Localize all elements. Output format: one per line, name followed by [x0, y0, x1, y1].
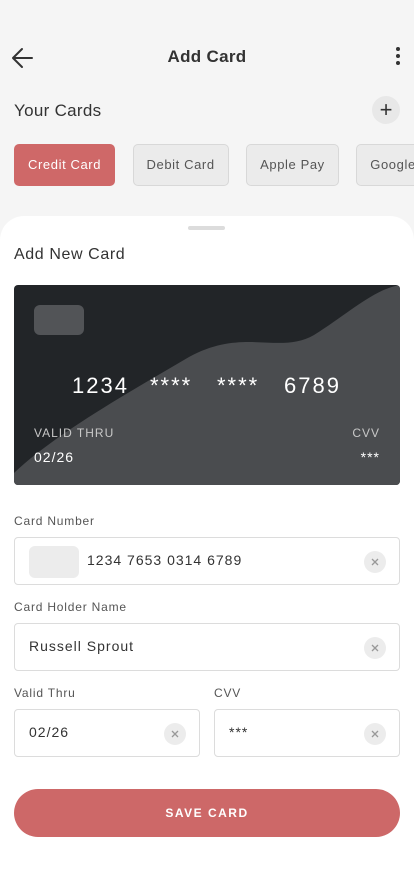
page-title: Add Card: [167, 47, 247, 66]
save-card-button[interactable]: SAVE CARD: [14, 789, 400, 837]
card-brand-placeholder: [29, 546, 79, 578]
more-vertical-icon: [392, 47, 404, 65]
clear-cvv-button[interactable]: [364, 723, 386, 745]
card-valid-value: 02/26: [34, 449, 75, 465]
card-number-field[interactable]: 1234 7653 0314 6789: [14, 537, 400, 585]
app-header: Add Card: [0, 0, 414, 112]
card-cvv-label: CVV: [352, 426, 380, 440]
sheet-title: Add New Card: [14, 246, 126, 263]
close-icon: [371, 558, 379, 566]
valid-thru-field[interactable]: 02/26: [14, 709, 200, 757]
card-preview: 1234 **** **** 6789 VALID THRU 02/26 CVV…: [14, 285, 400, 485]
clear-holder-name-button[interactable]: [364, 637, 386, 659]
add-card-sheet: Add New Card 1234 **** **** 6789 VALID T…: [0, 216, 414, 896]
tab-debit-card[interactable]: Debit Card: [132, 144, 229, 186]
close-icon: [171, 730, 179, 738]
clear-card-number-button[interactable]: [364, 551, 386, 573]
card-chip: [34, 305, 84, 335]
sheet-drag-handle[interactable]: [188, 226, 225, 230]
cvv-value: ***: [229, 724, 249, 740]
card-cvv-value: ***: [360, 449, 380, 465]
add-card-button[interactable]: +: [372, 96, 400, 124]
tab-apple-pay[interactable]: Apple Pay: [246, 144, 339, 186]
card-number-label: Card Number: [14, 514, 95, 528]
clear-valid-thru-button[interactable]: [164, 723, 186, 745]
card-number-group: ****: [217, 373, 260, 398]
card-number-group: 1234: [72, 373, 129, 398]
your-cards-heading: Your Cards: [14, 101, 102, 120]
card-number-group: 6789: [284, 373, 341, 398]
cvv-label: CVV: [214, 686, 242, 700]
card-number-group: ****: [150, 373, 193, 398]
holder-name-value: Russell Sprout: [29, 638, 135, 654]
close-icon: [371, 644, 379, 652]
valid-thru-label: Valid Thru: [14, 686, 76, 700]
plus-icon: +: [379, 97, 393, 122]
card-valid-label: VALID THRU: [34, 426, 115, 440]
more-options-button[interactable]: [392, 44, 404, 72]
tab-credit-card[interactable]: Credit Card: [14, 144, 116, 186]
tab-google-pay[interactable]: Google Pay: [356, 144, 414, 186]
close-icon: [371, 730, 379, 738]
cvv-field[interactable]: ***: [214, 709, 400, 757]
card-number-value: 1234 7653 0314 6789: [87, 552, 243, 568]
holder-name-label: Card Holder Name: [14, 600, 127, 614]
holder-name-field[interactable]: Russell Sprout: [14, 623, 400, 671]
valid-thru-value: 02/26: [29, 724, 70, 740]
payment-type-tabs: Credit Card Debit Card Apple Pay Google …: [14, 144, 414, 186]
